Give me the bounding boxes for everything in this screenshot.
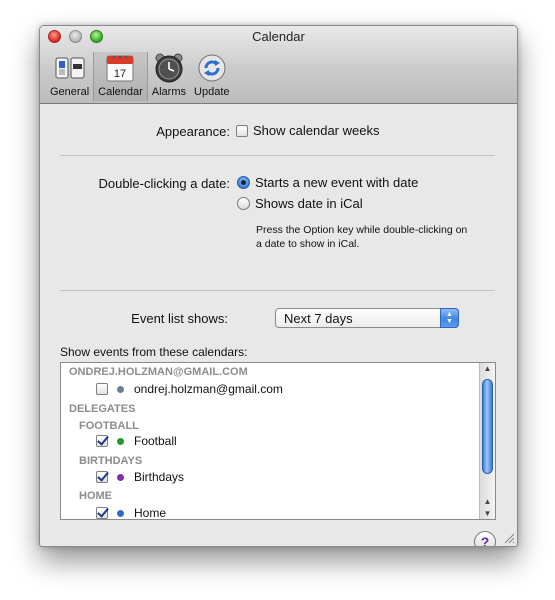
hint-line: Press the Option key while double-clicki…	[256, 224, 468, 236]
toolbar-tabs: General 17 Calendar Alarms Update	[46, 52, 234, 101]
group-label: BIRTHDAYS	[79, 455, 143, 467]
event-list-label: Event list shows:	[131, 311, 228, 326]
group-label: DELEGATES	[69, 403, 136, 415]
calendar-color-dot	[117, 437, 124, 445]
double-click-label: Double-clicking a date:	[98, 176, 230, 191]
tab-general[interactable]: General	[46, 52, 93, 101]
radio-new-event-button[interactable]	[237, 176, 250, 189]
scroll-up-icon[interactable]: ▲	[480, 497, 495, 506]
radio-show-in-ical[interactable]: Shows date in iCal	[237, 196, 363, 211]
tab-update[interactable]: Update	[190, 52, 233, 101]
tab-alarms[interactable]: Alarms	[148, 52, 190, 101]
scroll-thumb[interactable]	[482, 379, 493, 474]
event-list-popup[interactable]: Next 7 days ▲ ▼	[275, 308, 459, 328]
calendar-color-dot	[117, 509, 124, 517]
calendar-checkbox[interactable]	[96, 507, 108, 519]
calendar-icon-day: 17	[114, 68, 126, 80]
option-key-hint: Press the Option key while double-clicki…	[256, 223, 467, 251]
tab-calendar[interactable]: 17 Calendar	[93, 52, 148, 101]
list-item[interactable]: Birthdays	[96, 470, 184, 484]
help-button[interactable]: ?	[474, 531, 496, 547]
resize-grip-icon[interactable]	[504, 533, 515, 544]
calendar-name: Home	[134, 506, 167, 520]
event-list-selected: Next 7 days	[284, 311, 353, 326]
tab-label: Update	[194, 86, 230, 98]
list-scrollbar[interactable]: ▲ ▲ ▼	[479, 363, 495, 519]
show-calendar-weeks-checkbox[interactable]	[236, 124, 248, 137]
list-item[interactable]: Football	[96, 434, 177, 448]
scroll-down-icon[interactable]: ▼	[480, 509, 495, 518]
calendar-color-dot	[117, 473, 124, 481]
alarm-clock-icon	[153, 52, 185, 84]
calendar-name: Birthdays	[134, 470, 185, 484]
hint-line: a date to show in iCal.	[256, 238, 360, 250]
tab-label: General	[50, 86, 90, 98]
general-switch-icon	[54, 52, 86, 84]
calendar-name: Football	[134, 434, 177, 448]
refresh-icon	[196, 52, 228, 84]
help-icon: ?	[480, 534, 490, 547]
calendar-checkbox[interactable]	[96, 435, 108, 447]
show-calendar-weeks-option[interactable]: Show calendar weeks	[236, 123, 379, 138]
scroll-up-icon[interactable]: ▲	[480, 364, 495, 373]
calendars-list-label: Show events from these calendars:	[60, 345, 248, 359]
calendar-checkbox[interactable]	[96, 471, 108, 483]
window-title: Calendar	[252, 29, 305, 44]
calendar-color-dot	[117, 385, 124, 393]
calendar-checkbox[interactable]	[96, 383, 108, 395]
group-label: HOME	[79, 490, 112, 502]
calendars-list[interactable]: ONDREJ.HOLZMAN@GMAIL.COM ondrej.holzman@…	[60, 362, 496, 520]
radio-show-in-ical-label: Shows date in iCal	[255, 196, 363, 211]
show-calendar-weeks-label: Show calendar weeks	[253, 123, 380, 138]
radio-new-event-label: Starts a new event with date	[255, 175, 419, 190]
group-label: FOOTBALL	[79, 420, 139, 432]
tab-label: Calendar	[98, 86, 143, 98]
calendar-preferences-pane: Appearance: Show calendar weeks Double-c…	[40, 104, 517, 546]
preferences-window: Calendar General 17 Calendar Alarms Upda…	[39, 25, 518, 547]
radio-new-event[interactable]: Starts a new event with date	[237, 175, 418, 190]
group-label: ONDREJ.HOLZMAN@GMAIL.COM	[69, 366, 248, 378]
list-item[interactable]: ondrej.holzman@gmail.com	[96, 382, 283, 396]
calendar-name: ondrej.holzman@gmail.com	[134, 382, 283, 396]
popup-arrows-icon: ▲ ▼	[440, 308, 459, 328]
toolbar: Calendar General 17 Calendar Alarms Upda…	[40, 26, 517, 104]
separator	[60, 155, 495, 156]
appearance-label: Appearance:	[156, 124, 230, 139]
separator	[60, 290, 495, 291]
radio-show-in-ical-button[interactable]	[237, 197, 250, 210]
calendar-icon: 17	[104, 52, 136, 84]
list-item[interactable]: Home	[96, 506, 167, 520]
tab-label: Alarms	[151, 86, 187, 98]
